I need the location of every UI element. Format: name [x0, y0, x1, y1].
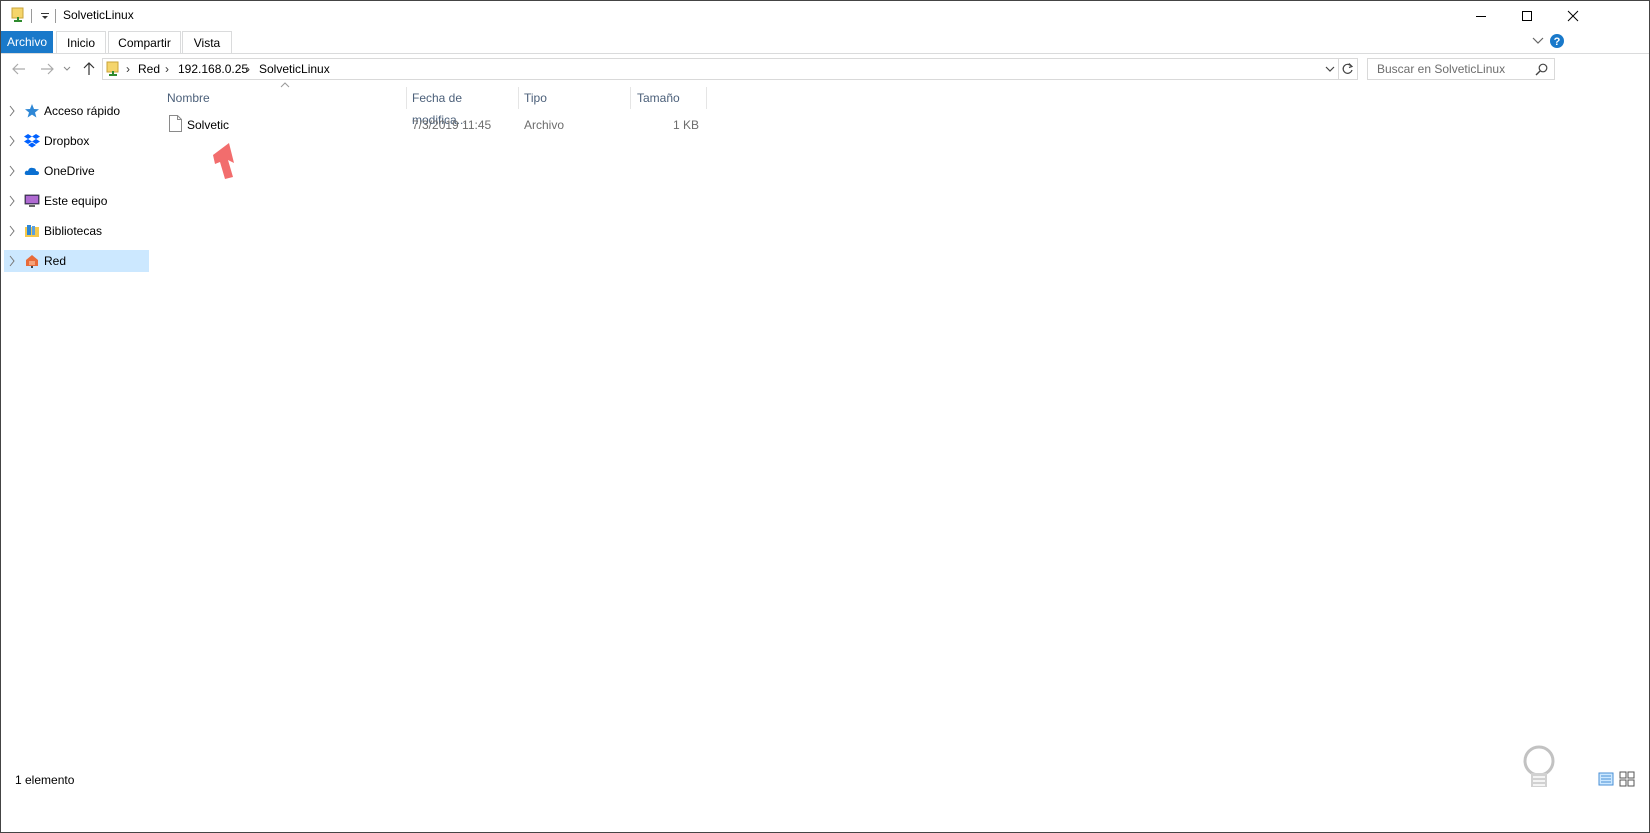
sidebar-item-onedrive[interactable]: OneDrive — [4, 160, 149, 182]
navigation-bar: › Red › 192.168.0.25 › SolveticLinux Bus… — [1, 54, 1649, 84]
chevron-right-icon[interactable] — [8, 195, 16, 207]
breadcrumb-chevron-icon: › — [126, 62, 130, 76]
search-icon[interactable] — [1535, 63, 1548, 76]
dropbox-icon — [24, 134, 40, 148]
file-icon — [169, 115, 182, 132]
sidebar-item-acceso-rapido[interactable]: Acceso rápido — [4, 100, 149, 122]
sidebar-item-label: Bibliotecas — [44, 224, 103, 238]
column-header-nombre[interactable]: Nombre — [167, 87, 405, 109]
arrow-right-icon — [41, 63, 54, 75]
folder-icon — [11, 7, 24, 22]
address-bar[interactable]: › Red › 192.168.0.25 › SolveticLinux — [102, 58, 1358, 80]
ribbon-tabs: Archivo Inicio Compartir Vista — [1, 31, 1649, 54]
column-divider[interactable] — [406, 87, 407, 109]
navigation-pane: Acceso rápido Dropbox OneDrive Este equi… — [1, 84, 151, 774]
details-view-icon[interactable] — [1598, 771, 1614, 787]
minimize-icon — [1476, 16, 1486, 17]
svg-text:?: ? — [1554, 36, 1561, 48]
sidebar-item-este-equipo[interactable]: Este equipo — [4, 190, 149, 212]
column-divider[interactable] — [518, 87, 519, 109]
sidebar-item-label: Dropbox — [44, 134, 90, 148]
chevron-down-icon — [63, 66, 71, 71]
annotation-arrow-icon — [213, 143, 234, 179]
sidebar-item-label: Acceso rápido — [44, 104, 121, 118]
breadcrumb-ip[interactable]: 192.168.0.25 — [178, 62, 248, 76]
back-button[interactable] — [10, 60, 28, 78]
sidebar-item-label: Red — [44, 254, 67, 268]
close-button[interactable] — [1550, 1, 1596, 31]
arrow-left-icon — [12, 63, 25, 75]
breadcrumb-chevron-icon: › — [246, 62, 250, 76]
chevron-right-icon[interactable] — [8, 135, 16, 147]
network-icon — [26, 255, 38, 268]
sidebar-item-red[interactable]: Red — [4, 250, 149, 272]
file-name[interactable]: Solvetic — [187, 118, 229, 132]
search-placeholder: Buscar en SolveticLinux — [1377, 62, 1506, 76]
chevron-right-icon[interactable] — [8, 165, 16, 177]
network-folder-icon — [106, 61, 119, 76]
column-header-tamano[interactable]: Tamaño — [637, 87, 705, 109]
breadcrumb-solveticlinux[interactable]: SolveticLinux — [259, 62, 330, 76]
explorer-window: SolveticLinux Archivo Inicio Compartir V… — [0, 0, 1650, 833]
tab-inicio[interactable]: Inicio — [56, 31, 106, 53]
help-button[interactable]: ? — [1549, 33, 1565, 49]
chevron-right-icon[interactable] — [8, 225, 16, 237]
file-type: Archivo — [524, 118, 565, 132]
sidebar-item-label: Este equipo — [44, 194, 108, 208]
solvetic-logo — [1523, 745, 1555, 787]
star-icon — [25, 104, 39, 118]
large-icons-view-icon[interactable] — [1619, 771, 1635, 787]
column-header-fecha[interactable]: Fecha de modifica... — [412, 87, 517, 127]
status-item-count: 1 elemento — [15, 773, 75, 787]
up-button[interactable] — [80, 60, 98, 78]
computer-icon — [24, 194, 40, 207]
column-divider[interactable] — [706, 87, 707, 109]
recent-locations-button[interactable] — [61, 60, 73, 78]
maximize-button[interactable] — [1504, 1, 1550, 31]
maximize-icon — [1522, 11, 1532, 21]
column-divider[interactable] — [630, 87, 631, 109]
refresh-icon[interactable] — [1341, 62, 1354, 76]
minimize-button[interactable] — [1458, 1, 1504, 31]
breadcrumb-red[interactable]: Red — [138, 62, 160, 76]
close-icon — [1567, 10, 1579, 22]
quick-access-separator — [31, 9, 32, 23]
chevron-down-icon[interactable] — [1325, 66, 1335, 73]
tab-vista[interactable]: Vista — [182, 31, 232, 53]
search-box[interactable]: Buscar en SolveticLinux — [1367, 58, 1555, 80]
chevron-right-icon[interactable] — [8, 255, 16, 267]
sidebar-item-dropbox[interactable]: Dropbox — [4, 130, 149, 152]
arrow-up-icon — [83, 62, 95, 75]
sidebar-item-label: OneDrive — [44, 164, 95, 178]
forward-button[interactable] — [38, 60, 56, 78]
file-date: 7/3/2019 11:45 — [412, 118, 492, 132]
chevron-down-icon — [1532, 37, 1544, 44]
breadcrumb-chevron-icon: › — [165, 62, 169, 76]
file-size: 1 KB — [672, 118, 699, 132]
chevron-right-icon[interactable] — [8, 105, 16, 117]
sidebar-item-bibliotecas[interactable]: Bibliotecas — [4, 220, 149, 242]
tab-compartir[interactable]: Compartir — [108, 31, 181, 53]
expand-ribbon-button[interactable] — [1530, 33, 1546, 49]
address-divider — [1338, 59, 1339, 79]
tab-archivo[interactable]: Archivo — [1, 31, 53, 53]
column-header-tipo[interactable]: Tipo — [524, 87, 629, 109]
title-separator — [55, 9, 56, 23]
onedrive-icon — [24, 167, 39, 175]
window-title: SolveticLinux — [63, 8, 134, 22]
libraries-icon — [25, 225, 39, 237]
help-icon: ? — [1550, 34, 1564, 48]
title-bar: SolveticLinux — [1, 1, 1649, 31]
customize-quick-access-icon[interactable] — [39, 10, 51, 22]
